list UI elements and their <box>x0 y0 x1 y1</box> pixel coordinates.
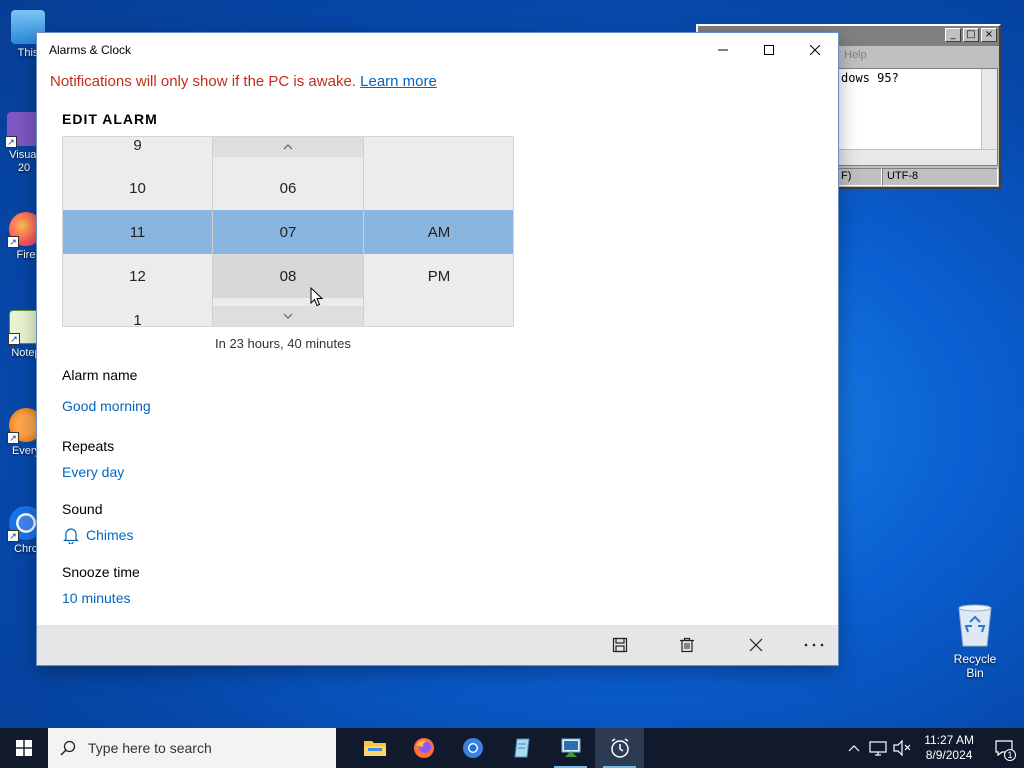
notepad-text-area[interactable]: dows 95? <box>836 68 998 166</box>
recycle-bin-label: Recycle Bin <box>953 652 997 680</box>
chevron-down-icon <box>283 313 293 319</box>
hour-option[interactable]: 12 <box>63 254 212 298</box>
notepad-text: dows 95? <box>841 71 899 85</box>
notepad-icon <box>513 738 530 758</box>
delete-icon <box>680 637 694 653</box>
save-icon <box>612 637 628 653</box>
network-icon <box>869 741 887 756</box>
alarm-clock-icon <box>610 738 629 758</box>
alarm-name-label: Alarm name <box>62 367 138 383</box>
save-button[interactable] <box>608 633 632 657</box>
vertical-scrollbar[interactable] <box>981 69 997 151</box>
firefox-icon <box>413 738 434 758</box>
sound-label: Sound <box>62 501 103 517</box>
mouse-cursor-icon <box>310 287 324 307</box>
start-button[interactable] <box>0 728 48 768</box>
taskbar: Type here to search 11:27 AM 8/9/2024 1 <box>0 728 1024 768</box>
taskbar-file-explorer[interactable] <box>350 728 399 768</box>
horizontal-scrollbar[interactable] <box>837 149 997 165</box>
close-button[interactable] <box>792 33 838 66</box>
hour-column[interactable]: 9 10 11 12 1 <box>63 137 213 326</box>
minute-column[interactable]: 06 07 08 <box>213 137 364 326</box>
sound-dropdown[interactable]: Chimes <box>62 526 133 544</box>
more-options-button[interactable] <box>802 633 826 657</box>
awake-warning: Notifications will only show if the PC i… <box>50 73 437 90</box>
period-column[interactable]: AM PM <box>364 137 513 326</box>
maximize-button[interactable] <box>746 33 792 66</box>
repeats-label: Repeats <box>62 438 115 454</box>
taskbar-notepad[interactable] <box>497 728 546 768</box>
bell-icon <box>63 528 79 544</box>
show-hidden-icons-button[interactable] <box>842 728 866 768</box>
minute-option[interactable]: 06 <box>213 166 363 210</box>
hour-option[interactable]: 1 <box>63 298 212 327</box>
maximize-button[interactable]: □ <box>963 28 979 42</box>
minimize-button[interactable]: _ <box>945 28 961 42</box>
clock-time: 11:27 AM <box>924 733 974 747</box>
snooze-label: Snooze time <box>62 564 140 580</box>
alarms-clock-window: Alarms & Clock Notifications will only s… <box>37 33 838 665</box>
network-button[interactable] <box>866 728 890 768</box>
volume-muted-icon <box>893 740 911 756</box>
repeats-value: Every day <box>62 464 125 480</box>
warning-text: Notifications will only show if the PC i… <box>50 73 356 90</box>
taskbar-clock[interactable]: 11:27 AM 8/9/2024 <box>914 733 984 763</box>
snooze-dropdown[interactable]: 10 minutes <box>62 590 130 606</box>
more-icon <box>804 643 824 647</box>
status-eol: F) <box>836 168 882 186</box>
search-placeholder: Type here to search <box>88 740 212 756</box>
period-option-selected[interactable]: AM <box>364 210 513 254</box>
alarm-name-value: Good morning <box>62 398 151 414</box>
alarm-name-field[interactable]: Good morning <box>62 398 151 414</box>
taskbar-firefox[interactable] <box>399 728 448 768</box>
page-title: EDIT ALARM <box>62 111 158 127</box>
maximize-icon <box>764 44 774 55</box>
delete-button[interactable] <box>675 633 699 657</box>
file-explorer-icon <box>363 741 386 756</box>
close-button[interactable]: × <box>981 28 997 42</box>
notepad-statusbar: F) UTF-8 <box>836 168 998 186</box>
minute-option[interactable]: 08 <box>213 254 363 298</box>
sound-value: Chimes <box>86 527 134 543</box>
taskbar-chrome[interactable] <box>448 728 497 768</box>
recycle-bin-icon <box>958 604 992 647</box>
taskbar-search-box[interactable]: Type here to search <box>48 728 336 768</box>
chrome-icon <box>462 738 483 758</box>
hour-option[interactable]: 9 <box>63 137 212 167</box>
scroll-down-button[interactable] <box>213 306 363 326</box>
chevron-up-icon <box>283 144 293 150</box>
learn-more-link[interactable]: Learn more <box>360 73 437 90</box>
close-icon <box>810 44 820 55</box>
snooze-value: 10 minutes <box>62 590 131 606</box>
hour-option[interactable]: 10 <box>63 166 212 210</box>
minute-option-selected[interactable]: 07 <box>213 210 363 254</box>
scroll-up-button[interactable] <box>213 137 363 157</box>
hour-option-selected[interactable]: 11 <box>63 210 212 254</box>
cancel-button[interactable] <box>744 633 768 657</box>
action-center-button[interactable]: 1 <box>984 728 1024 768</box>
windows-logo-icon <box>16 740 32 756</box>
status-encoding: UTF-8 <box>882 168 998 186</box>
taskbar-alarms-clock[interactable] <box>595 728 644 768</box>
window-title: Alarms & Clock <box>49 42 132 57</box>
desktop-icon-recycle-bin[interactable]: Recycle Bin <box>944 602 1006 680</box>
minimize-icon <box>718 49 728 50</box>
relative-time: In 23 hours, 40 minutes <box>215 336 351 351</box>
system-tray: 11:27 AM 8/9/2024 1 <box>842 728 1024 768</box>
volume-button[interactable] <box>890 728 914 768</box>
minimize-button[interactable] <box>700 33 746 66</box>
chevron-up-icon <box>848 745 860 752</box>
notification-count-badge: 1 <box>1004 749 1016 761</box>
period-option[interactable]: PM <box>364 254 513 298</box>
repeats-dropdown[interactable]: Every day <box>62 464 124 480</box>
visual-studio-icon: ↗ <box>5 112 41 148</box>
time-picker[interactable]: 9 10 11 12 1 06 07 08 AM PM <box>62 136 514 327</box>
search-icon <box>60 740 76 756</box>
close-icon <box>749 638 763 652</box>
remote-desktop-icon <box>561 738 580 757</box>
clock-date: 8/9/2024 <box>925 748 973 762</box>
titlebar[interactable]: Alarms & Clock <box>37 33 838 66</box>
command-bar <box>37 625 838 665</box>
taskbar-remote-app[interactable] <box>546 728 595 768</box>
